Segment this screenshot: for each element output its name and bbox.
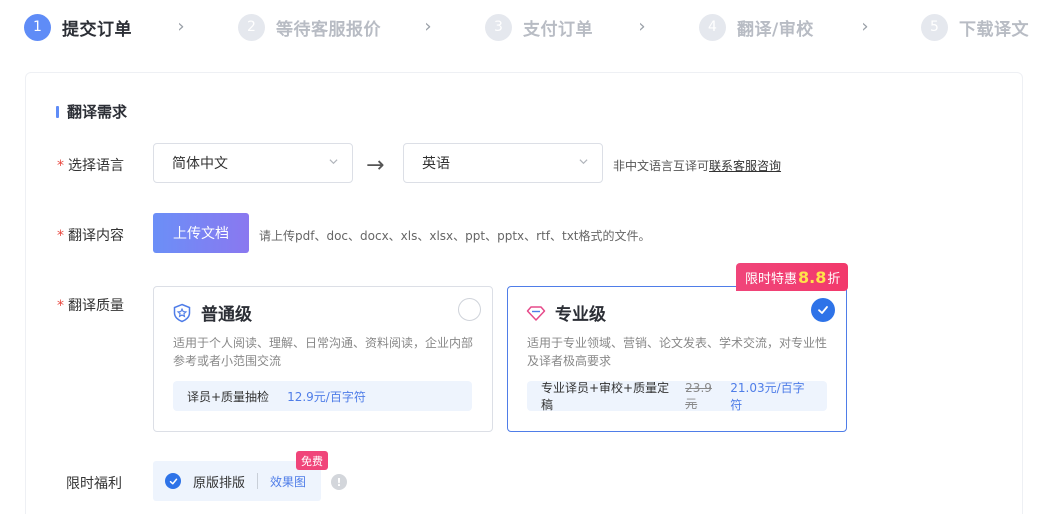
target-language-value: 英语 <box>422 156 450 172</box>
upload-document-button[interactable]: 上传文档 <box>153 213 249 253</box>
promo-prefix: 限时特惠 <box>745 271 798 287</box>
option-new-price: 21.03元/百字符 <box>730 381 805 412</box>
chevron-down-icon <box>329 156 338 169</box>
preview-link[interactable]: 效果图 <box>270 473 306 490</box>
language-label-text: 选择语言 <box>68 158 124 174</box>
option-description: 适用于专业领域、营销、论文发表、学术交流，对专业性及译者极高要求 <box>527 336 828 368</box>
info-icon[interactable]: ! <box>331 474 347 490</box>
required-mark: * <box>57 228 64 244</box>
section-title-text: 翻译需求 <box>67 103 128 121</box>
source-language-value: 简体中文 <box>172 156 228 172</box>
step-number: 4 <box>699 13 726 41</box>
step-label: 支付订单 <box>523 19 593 40</box>
option-price-box: 译员+质量抽检 12.9元/百字符 <box>173 381 472 411</box>
option-old-price: 23.9元 <box>685 380 712 411</box>
step-label: 提交订单 <box>62 19 132 40</box>
target-language-select[interactable]: 英语 <box>403 143 603 183</box>
step-number: 1 <box>24 13 51 41</box>
language-label: * 选择语言 <box>57 155 124 175</box>
order-steps: 1 提交订单 › 2 等待客服报价 › 3 支付订单 › 4 翻译/审校 › 5… <box>0 0 1052 56</box>
divider <box>257 473 259 489</box>
step-label: 翻译/审校 <box>737 19 814 40</box>
chevron-down-icon <box>579 156 588 169</box>
contact-service-link[interactable]: 联系客服咨询 <box>709 159 781 173</box>
step-label: 等待客服报价 <box>276 19 381 40</box>
check-icon <box>165 473 181 489</box>
diamond-icon <box>526 305 546 321</box>
required-mark: * <box>57 158 64 174</box>
upload-hint: 请上传pdf、doc、docx、xls、xlsx、ppt、pptx、rtf、tx… <box>259 229 651 243</box>
option-service: 译员+质量抽检 <box>187 389 270 404</box>
requirements-card: 翻译需求 * 选择语言 简体中文 → 英语 非中文语言互译可联系客服咨询 * 翻译内… <box>25 72 1023 514</box>
chevron-right-icon: › <box>638 15 646 37</box>
content-label-text: 翻译内容 <box>68 228 124 244</box>
option-description: 适用于个人阅读、理解、日常沟通、资料阅读，企业内部参考或者小范围交流 <box>173 336 474 368</box>
step-number: 5 <box>921 13 948 41</box>
radio-unchecked[interactable] <box>458 298 481 321</box>
language-hint-text: 非中文语言互译可 <box>613 159 710 173</box>
quality-label-text: 翻译质量 <box>68 298 124 314</box>
quality-label: * 翻译质量 <box>57 295 124 315</box>
content-label: * 翻译内容 <box>57 225 124 245</box>
section-title: 翻译需求 <box>56 101 127 122</box>
free-badge: 免费 <box>296 451 328 470</box>
chevron-right-icon: › <box>424 15 432 37</box>
shield-star-icon <box>173 303 191 322</box>
chevron-right-icon: › <box>177 15 185 37</box>
chevron-right-icon: › <box>861 15 869 37</box>
step-download: 5 下载译文 <box>921 12 1029 42</box>
required-mark: * <box>57 298 64 314</box>
step-wait-quote: 2 等待客服报价 <box>238 12 381 42</box>
quality-option-standard[interactable]: 普通级 适用于个人阅读、理解、日常沟通、资料阅读，企业内部参考或者小范围交流 译… <box>153 286 493 432</box>
option-header: 专业级 <box>526 300 606 325</box>
source-language-select[interactable]: 简体中文 <box>153 143 353 183</box>
quality-option-professional[interactable]: 专业级 适用于专业领域、营销、论文发表、学术交流，对专业性及译者极高要求 专业译… <box>507 286 847 432</box>
option-service: 专业译员+审校+质量定稿 <box>541 381 670 412</box>
language-hint: 非中文语言互译可联系客服咨询 <box>613 157 781 174</box>
promo-suffix: 折 <box>827 271 841 287</box>
promo-badge: 限时特惠 8.8 折 <box>736 263 849 291</box>
promo-discount: 8.8 <box>798 267 827 287</box>
option-title: 普通级 <box>201 305 252 325</box>
option-header: 普通级 <box>172 300 252 325</box>
step-submit-order: 1 提交订单 <box>24 12 132 42</box>
step-number: 3 <box>485 13 512 41</box>
benefit-option-label: 原版排版 <box>193 475 246 491</box>
arrow-right-icon: → <box>366 153 385 178</box>
title-accent-bar <box>56 105 59 118</box>
step-translate-review: 4 翻译/审校 <box>699 12 814 42</box>
option-price-box: 专业译员+审校+质量定稿 23.9元 21.03元/百字符 <box>527 380 827 412</box>
step-number: 2 <box>238 13 265 41</box>
benefit-label: 限时福利 <box>66 476 122 492</box>
option-title: 专业级 <box>555 305 606 325</box>
option-price: 12.9元/百字符 <box>287 389 366 404</box>
check-icon[interactable] <box>811 298 835 322</box>
step-label: 下载译文 <box>959 19 1029 40</box>
step-pay-order: 3 支付订单 <box>485 12 593 42</box>
